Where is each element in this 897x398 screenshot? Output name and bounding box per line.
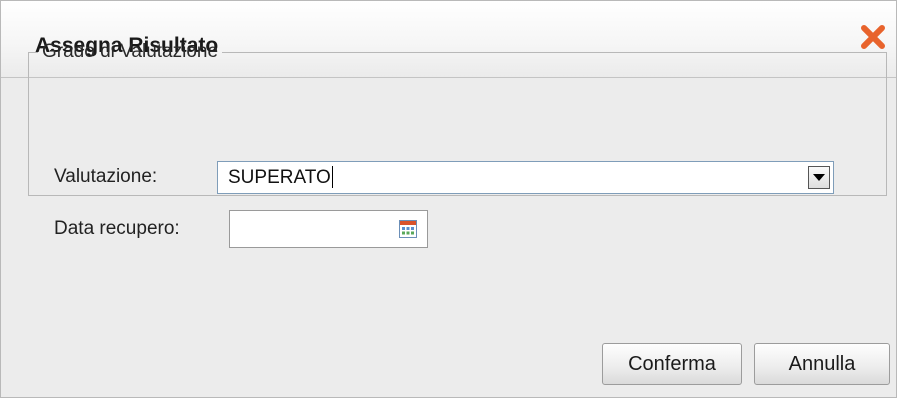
valutazione-value: SUPERATO (228, 167, 331, 188)
cancel-button[interactable]: Annulla (754, 343, 890, 385)
group-legend: Grado di Valutazione (42, 41, 219, 62)
chevron-down-icon[interactable] (808, 166, 830, 189)
data-recupero-value[interactable] (234, 215, 393, 243)
valutazione-select[interactable]: SUPERATO (217, 161, 834, 194)
confirm-button[interactable]: Conferma (602, 343, 742, 385)
valutazione-label: Valutazione: (54, 166, 158, 187)
calendar-icon[interactable] (399, 220, 417, 238)
data-recupero-label: Data recupero: (54, 218, 180, 239)
data-recupero-field[interactable] (229, 210, 428, 248)
text-caret (332, 166, 333, 188)
assign-result-dialog: Assegna Risultato Grado di Valutazione V… (0, 0, 897, 398)
